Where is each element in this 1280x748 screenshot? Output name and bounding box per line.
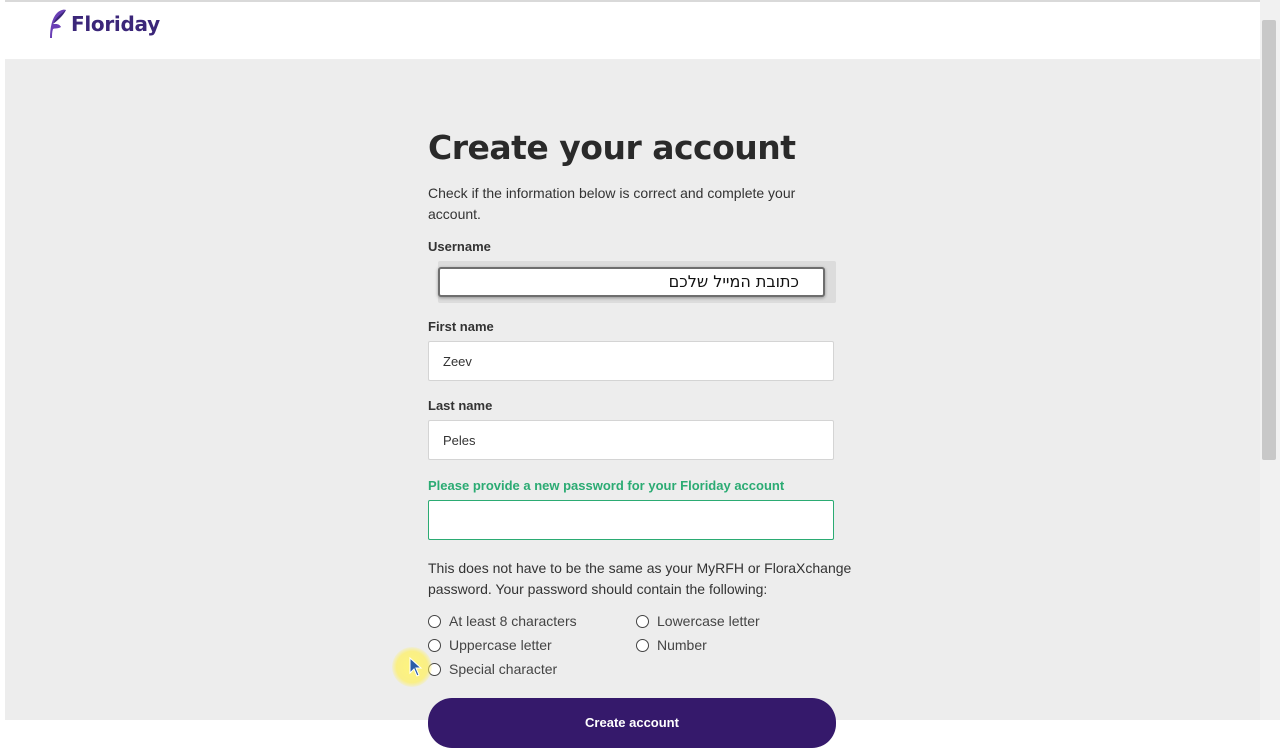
floriday-logo[interactable]: Floriday xyxy=(47,8,160,40)
password-label: Please provide a new password for your F… xyxy=(428,478,785,493)
create-account-button[interactable]: Create account xyxy=(428,698,836,748)
password-note: This does not have to be the same as you… xyxy=(428,558,852,600)
radio-empty-icon xyxy=(636,614,649,628)
username-field-container: כתובת המייל שלכם xyxy=(438,261,836,303)
mouse-pointer-icon xyxy=(409,657,423,677)
username-field[interactable]: כתובת המייל שלכם xyxy=(438,267,825,297)
requirement-label: Number xyxy=(657,637,707,653)
username-label: Username xyxy=(428,239,491,254)
password-note-line-1: This does not have to be the same as you… xyxy=(428,560,852,576)
page-title: Create your account xyxy=(428,128,796,167)
first-name-label: First name xyxy=(428,319,494,334)
password-field[interactable] xyxy=(428,500,834,540)
intro-text: Check if the information below is correc… xyxy=(428,185,796,222)
requirement-label: Uppercase letter xyxy=(449,637,552,653)
password-note-line-2: password. Your password should contain t… xyxy=(428,581,768,597)
requirement-label: Special character xyxy=(449,661,558,677)
radio-empty-icon xyxy=(428,614,441,628)
requirement-special: Special character xyxy=(428,661,557,677)
requirement-number: Number xyxy=(636,637,707,653)
last-name-field[interactable]: Peles xyxy=(428,420,834,460)
requirement-label: At least 8 characters xyxy=(449,613,577,629)
requirement-lowercase: Lowercase letter xyxy=(636,613,760,629)
scrollbar-thumb[interactable] xyxy=(1262,20,1276,460)
floriday-leaf-icon xyxy=(50,9,66,38)
first-name-field[interactable]: Zeev xyxy=(428,341,834,381)
radio-empty-icon xyxy=(428,638,441,652)
site-header: Floriday xyxy=(5,2,1260,60)
last-name-label: Last name xyxy=(428,398,493,413)
brand-name: Floriday xyxy=(71,12,160,36)
requirement-uppercase: Uppercase letter xyxy=(428,637,552,653)
requirement-label: Lowercase letter xyxy=(657,613,760,629)
requirement-min-length: At least 8 characters xyxy=(428,613,577,629)
radio-empty-icon xyxy=(636,638,649,652)
